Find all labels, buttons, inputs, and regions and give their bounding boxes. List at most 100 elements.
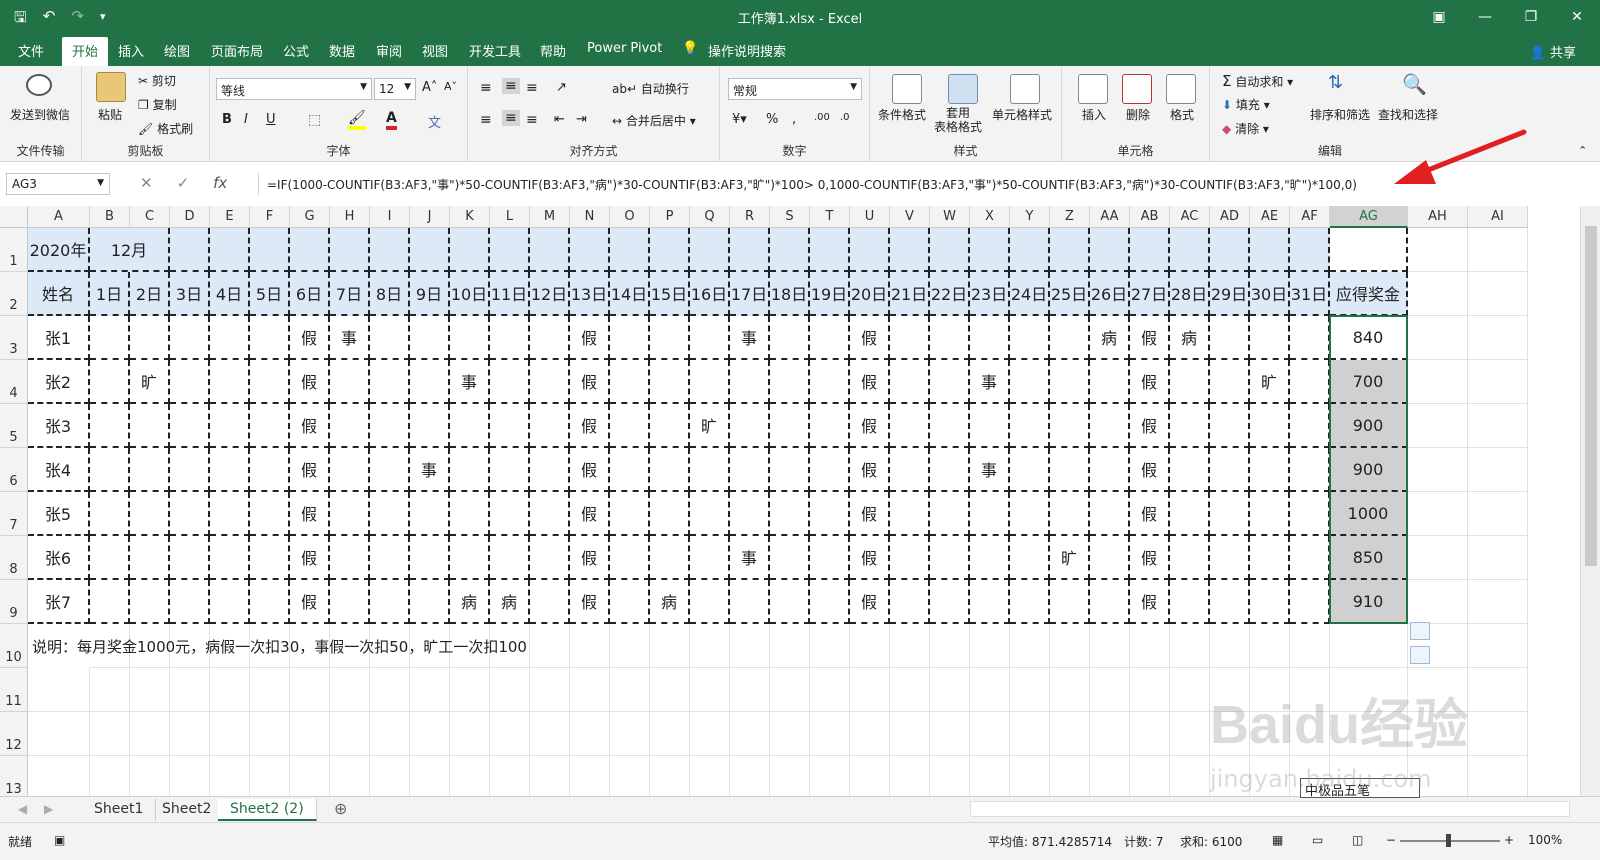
cell[interactable] (330, 756, 370, 796)
autosum-button[interactable]: Σ 自动求和 ▾ (1222, 72, 1293, 90)
row-header-7[interactable]: 7 (0, 492, 28, 536)
attendance-cell[interactable] (610, 316, 650, 360)
fill-button[interactable]: ⬇ 填充 ▾ (1222, 96, 1270, 113)
cell[interactable] (90, 756, 130, 796)
attendance-cell[interactable] (770, 492, 810, 536)
cell[interactable] (1408, 580, 1468, 624)
cell[interactable] (330, 712, 370, 756)
attendance-mark[interactable]: 假 (1130, 404, 1170, 448)
attendance-cell[interactable] (890, 492, 930, 536)
attendance-cell[interactable] (370, 492, 410, 536)
tab-developer[interactable]: 开发工具 (469, 41, 521, 60)
attendance-mark[interactable]: 病 (1170, 316, 1210, 360)
header-cell[interactable] (490, 228, 530, 272)
attendance-mark[interactable]: 旷 (690, 404, 730, 448)
tab-view[interactable]: 视图 (422, 41, 448, 60)
attendance-cell[interactable] (1050, 448, 1090, 492)
header-cell[interactable] (1250, 228, 1290, 272)
attendance-cell[interactable] (1210, 580, 1250, 624)
attendance-mark[interactable]: 假 (570, 448, 610, 492)
attendance-cell[interactable] (410, 360, 450, 404)
paste-button[interactable]: 粘贴 (98, 106, 122, 123)
attendance-cell[interactable] (370, 536, 410, 580)
cell[interactable] (210, 712, 250, 756)
attendance-cell[interactable] (530, 492, 570, 536)
attendance-cell[interactable] (890, 360, 930, 404)
cell[interactable] (330, 668, 370, 712)
column-header-r[interactable]: R (730, 206, 770, 228)
attendance-cell[interactable] (170, 536, 210, 580)
attendance-cell[interactable] (810, 536, 850, 580)
attendance-cell[interactable] (370, 360, 410, 404)
header-cell[interactable] (1130, 228, 1170, 272)
zoom-slider-handle[interactable] (1446, 834, 1451, 847)
attendance-cell[interactable] (610, 448, 650, 492)
header-cell[interactable] (650, 228, 690, 272)
attendance-cell[interactable] (1170, 404, 1210, 448)
attendance-cell[interactable] (1290, 448, 1330, 492)
year-cell[interactable]: 2020年 (28, 228, 90, 272)
cell[interactable] (410, 756, 450, 796)
cell[interactable] (370, 756, 410, 796)
cell[interactable] (690, 756, 730, 796)
bold-icon[interactable]: B (222, 112, 232, 127)
cell[interactable] (890, 756, 930, 796)
attendance-mark[interactable]: 假 (570, 316, 610, 360)
percent-icon[interactable]: % (766, 112, 778, 127)
align-middle-icon[interactable]: ≡ (502, 78, 520, 94)
bonus-header[interactable]: 应得奖金 (1330, 272, 1408, 316)
conditional-format-button[interactable]: 条件格式 (878, 106, 926, 123)
row-header-3[interactable]: 3 (0, 316, 28, 360)
column-header-f[interactable]: F (250, 206, 290, 228)
increase-decimal-icon[interactable]: .00 (814, 112, 830, 123)
attendance-mark[interactable]: 假 (290, 580, 330, 624)
bonus-value[interactable]: 700 (1330, 360, 1408, 404)
bonus-value[interactable]: 850 (1330, 536, 1408, 580)
cell[interactable] (530, 668, 570, 712)
number-format-select[interactable]: 常规 ▼ (728, 78, 862, 100)
day-header[interactable]: 17日 (730, 272, 770, 316)
header-cell[interactable] (1090, 228, 1130, 272)
column-header-aa[interactable]: AA (1090, 206, 1130, 228)
column-header-w[interactable]: W (930, 206, 970, 228)
header-cell[interactable] (170, 228, 210, 272)
attendance-cell[interactable] (1170, 360, 1210, 404)
insert-cells-button[interactable]: 插入 (1082, 106, 1106, 123)
attendance-cell[interactable] (970, 536, 1010, 580)
header-cell[interactable] (450, 228, 490, 272)
attendance-cell[interactable] (1090, 492, 1130, 536)
attendance-mark[interactable]: 假 (570, 536, 610, 580)
attendance-cell[interactable] (490, 492, 530, 536)
cell[interactable] (1468, 360, 1528, 404)
attendance-cell[interactable] (650, 316, 690, 360)
attendance-cell[interactable] (170, 448, 210, 492)
attendance-cell[interactable] (450, 492, 490, 536)
attendance-cell[interactable] (170, 360, 210, 404)
cell[interactable] (1408, 316, 1468, 360)
cell[interactable] (1408, 272, 1468, 316)
collapse-ribbon-icon[interactable]: ⌃ (1578, 144, 1587, 157)
share-button[interactable]: 👤 共享 (1530, 42, 1576, 61)
header-cell[interactable] (1210, 228, 1250, 272)
cell[interactable] (1170, 624, 1210, 668)
attendance-cell[interactable] (1090, 580, 1130, 624)
cell[interactable] (570, 668, 610, 712)
employee-name[interactable]: 张2 (28, 360, 90, 404)
day-header[interactable]: 14日 (610, 272, 650, 316)
attendance-cell[interactable] (930, 448, 970, 492)
attendance-cell[interactable] (650, 492, 690, 536)
attendance-cell[interactable] (250, 404, 290, 448)
attendance-cell[interactable] (170, 404, 210, 448)
attendance-mark[interactable]: 假 (1130, 536, 1170, 580)
attendance-cell[interactable] (210, 580, 250, 624)
attendance-cell[interactable] (1010, 316, 1050, 360)
attendance-cell[interactable] (1210, 404, 1250, 448)
day-header[interactable]: 22日 (930, 272, 970, 316)
attendance-mark[interactable]: 事 (970, 360, 1010, 404)
column-header-j[interactable]: J (410, 206, 450, 228)
cell[interactable] (690, 668, 730, 712)
attendance-mark[interactable]: 假 (1130, 316, 1170, 360)
attendance-cell[interactable] (770, 404, 810, 448)
attendance-cell[interactable] (1170, 492, 1210, 536)
column-header-ah[interactable]: AH (1408, 206, 1468, 228)
